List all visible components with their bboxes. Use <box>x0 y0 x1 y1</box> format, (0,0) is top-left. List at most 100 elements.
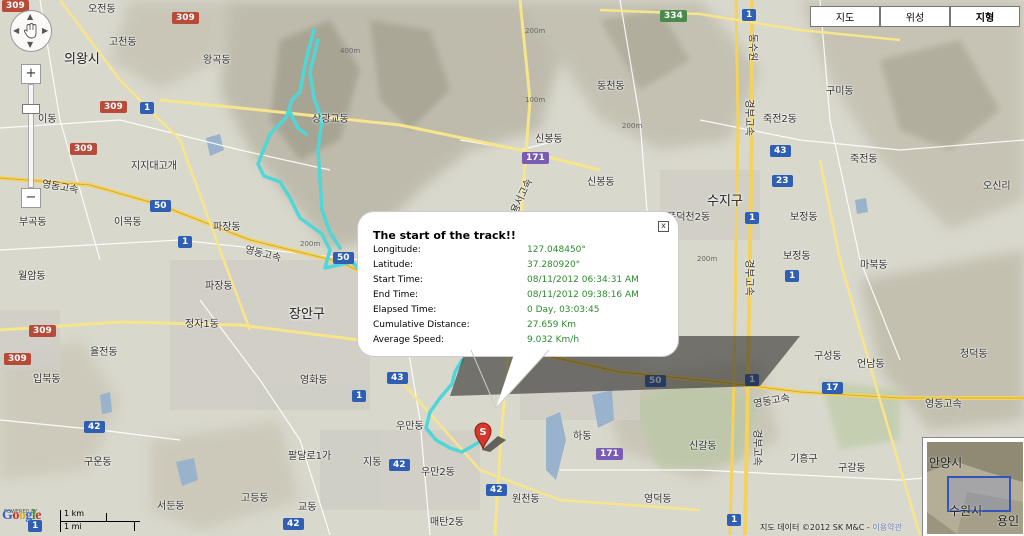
zoom-slider-track[interactable] <box>28 84 34 188</box>
zoom-slider-thumb[interactable] <box>22 104 40 114</box>
place-label: 구갈동 <box>838 463 866 474</box>
close-button[interactable]: x <box>658 221 669 232</box>
scale-tick <box>106 513 107 522</box>
contour-label: 400m <box>340 47 361 55</box>
highway-shield: 171 <box>596 448 623 460</box>
overview-label: 안양시 <box>929 456 963 470</box>
map-type-button[interactable]: 위성 <box>880 6 950 27</box>
pan-left-icon[interactable]: ◀ <box>13 26 19 35</box>
terms-link[interactable]: 이용약관 <box>872 523 901 532</box>
highway-shield: 23 <box>772 175 793 187</box>
place-label: 동천동 <box>597 81 625 92</box>
place-label: 오전동 <box>88 4 116 15</box>
place-label: 신봉동 <box>535 134 563 145</box>
zoom-out-button[interactable]: − <box>21 188 41 208</box>
scale-mi-label: 1 mi <box>64 522 82 531</box>
highway-shield: 1 <box>140 102 155 114</box>
highway-shield: 1 <box>352 390 367 402</box>
city-label: 장안구 <box>289 307 325 322</box>
place-label: 동수원 <box>746 33 758 62</box>
highway-shield: 42 <box>283 518 304 530</box>
highway-shield: 43 <box>387 372 408 384</box>
info-label: Latitude: <box>373 260 414 270</box>
info-value: 37.280920° <box>527 260 581 270</box>
highway-shield: 309 <box>29 325 56 337</box>
place-label: 영화동 <box>300 375 328 386</box>
highway-shield: 42 <box>486 484 507 496</box>
navigation-control: ▲ ▼ ◀ ▶ + − <box>8 8 52 218</box>
highway-shield: 309 <box>4 353 31 365</box>
highway-shield: 42 <box>84 421 105 433</box>
pan-right-icon[interactable]: ▶ <box>42 26 48 35</box>
place-label: 고천동 <box>109 37 137 48</box>
overview-label: 수원시 <box>949 504 983 518</box>
google-logo[interactable]: Google <box>2 508 41 524</box>
place-label: 상광교동 <box>312 114 349 125</box>
marker-label: S <box>479 427 486 438</box>
place-label: 파장동 <box>213 222 241 233</box>
scale-tick <box>134 521 135 531</box>
highway-shield: 334 <box>660 10 687 22</box>
place-label: 팔달로1가 <box>288 451 332 462</box>
place-label: 정자1동 <box>185 319 219 330</box>
highway-shield: 309 <box>172 12 199 24</box>
place-label: 매탄2동 <box>430 517 464 528</box>
contour-label: 200m <box>300 240 321 248</box>
place-label: 파장동 <box>205 281 233 292</box>
info-value: 127.048450° <box>527 245 586 255</box>
place-label: 언남동 <box>857 359 885 370</box>
highway-shield: 42 <box>389 459 410 471</box>
place-label: 청덕동 <box>960 349 988 360</box>
place-label: 하동 <box>573 431 592 442</box>
logo-letter: e <box>35 508 41 523</box>
place-label: 율전동 <box>90 347 118 358</box>
info-window-tail <box>470 350 550 409</box>
place-label: 지지대고개 <box>131 161 177 172</box>
info-label: End Time: <box>373 290 419 300</box>
info-value: 9.032 Km/h <box>527 335 580 345</box>
place-label: 고등동 <box>241 493 269 504</box>
place-label: 원천동 <box>512 494 540 505</box>
highway-shield: 309 <box>100 101 127 113</box>
map-type-button[interactable]: 지형 <box>950 6 1020 27</box>
info-value: 27.659 Km <box>527 320 577 330</box>
highway-shield: 17 <box>822 382 843 394</box>
map-type-control: 지도 위성 지형 <box>810 6 1020 27</box>
scale-bar: 1 km 1 mi <box>58 509 140 532</box>
place-label: 보정동 <box>790 212 818 223</box>
copyright-notice: 지도 데이터 ©2012 SK M&C - <box>760 523 873 532</box>
place-label: 마북동 <box>860 260 888 271</box>
pan-down-icon[interactable]: ▼ <box>27 40 33 49</box>
place-label: 우만2동 <box>421 467 455 478</box>
pan-control[interactable]: ▲ ▼ ◀ ▶ <box>10 10 52 52</box>
zoom-in-button[interactable]: + <box>21 64 41 84</box>
place-label: 죽전동 <box>850 154 878 165</box>
info-label: Cumulative Distance: <box>373 320 470 330</box>
place-label: 이목동 <box>114 217 142 228</box>
place-label: 신갈동 <box>689 441 717 452</box>
info-label: Start Time: <box>373 275 423 285</box>
start-marker[interactable]: S <box>474 422 492 450</box>
info-value: 08/11/2012 09:38:16 AM <box>527 290 639 300</box>
highway-shield: 171 <box>522 152 549 164</box>
highway-shield: 1 <box>785 270 800 282</box>
scale-km-label: 1 km <box>64 509 85 518</box>
highway-shield: 1 <box>727 514 742 526</box>
logo-letter: G <box>2 508 13 523</box>
overview-map-canvas[interactable]: 안양시 수원시 용인 <box>927 442 1023 534</box>
place-label: 구성동 <box>814 351 842 362</box>
contour-label: 200m <box>525 27 546 35</box>
pan-up-icon[interactable]: ▲ <box>27 12 33 21</box>
place-label: 영덕동 <box>644 494 672 505</box>
highway-shield: 50 <box>333 252 354 264</box>
overview-map[interactable]: 안양시 수원시 용인 <box>922 437 1024 536</box>
city-label: 의왕시 <box>64 52 100 67</box>
place-label: 구미동 <box>826 86 854 97</box>
copyright-text: 지도 데이터 ©2012 SK M&C - 이용약관 <box>760 522 902 533</box>
highway-shield: 50 <box>150 200 171 212</box>
highway-shield: 1 <box>745 212 760 224</box>
place-label: 입북동 <box>33 374 61 385</box>
place-label: 왕곡동 <box>203 55 231 66</box>
map-type-button[interactable]: 지도 <box>810 6 880 27</box>
place-label: 서둔동 <box>157 501 185 512</box>
